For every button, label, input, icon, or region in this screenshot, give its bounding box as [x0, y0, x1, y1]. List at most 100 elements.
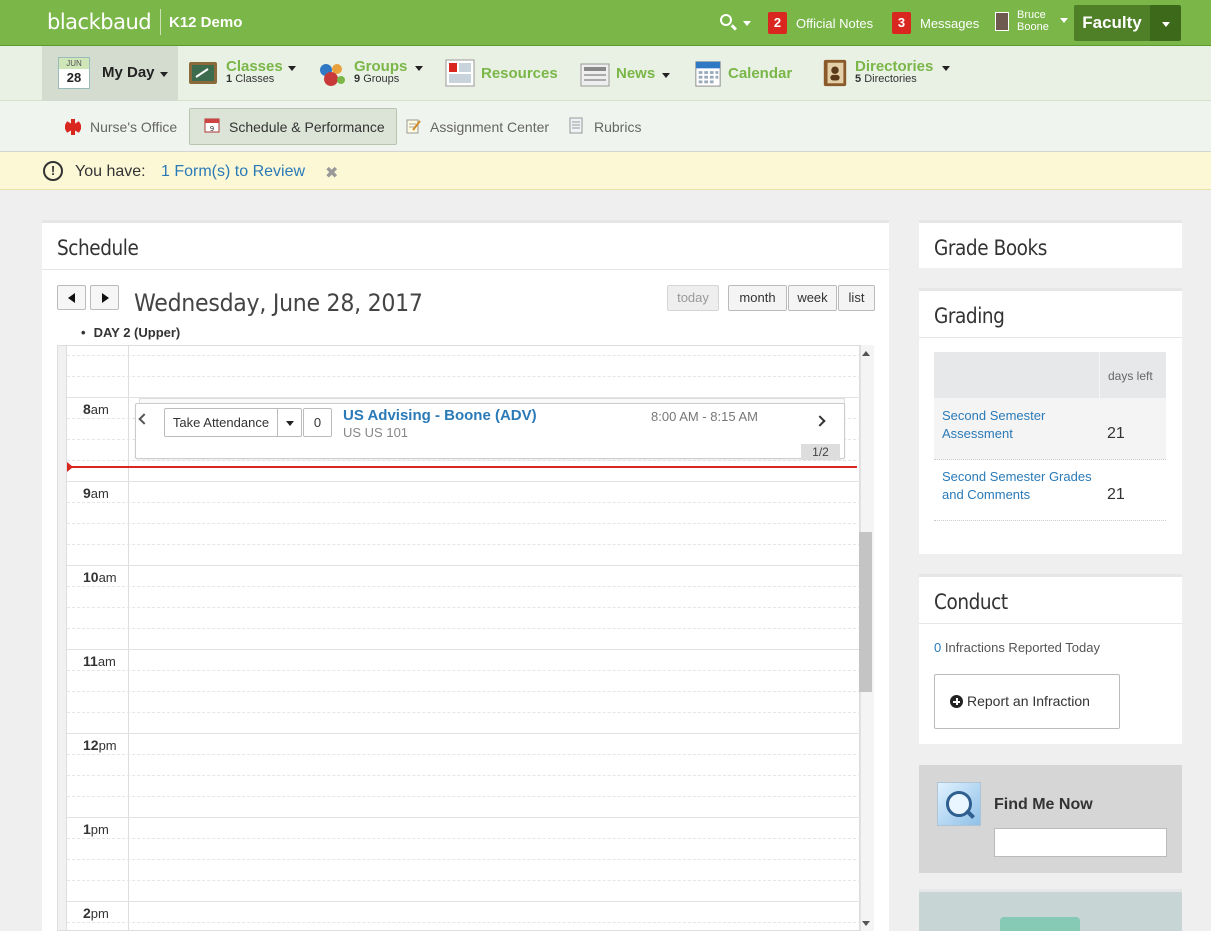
hour-label: 2pm: [83, 905, 109, 921]
official-notes-link[interactable]: Official Notes: [796, 16, 873, 31]
scrollbar-thumb[interactable]: [859, 532, 872, 692]
event-time: 8:00 AM - 8:15 AM: [651, 409, 758, 424]
top-bar: blackbaud K12 Demo 2 Official Notes 3 Me…: [0, 0, 1211, 46]
hour-suffix: am: [98, 570, 117, 585]
groups-icon[interactable]: [317, 60, 347, 88]
grading-item-link[interactable]: Second Semester Grades and Comments: [942, 468, 1092, 504]
user-menu[interactable]: Bruce Boone: [1017, 9, 1049, 33]
attendance-count[interactable]: 0: [303, 408, 332, 437]
cal-day: 28: [66, 70, 82, 85]
calendar-icon[interactable]: [693, 59, 723, 87]
event-pager: 1/2: [801, 444, 840, 460]
quarter-gridline: [67, 544, 861, 545]
hour-suffix: pm: [98, 738, 117, 753]
month-view-button[interactable]: month: [728, 285, 787, 311]
nav-calendar-label[interactable]: Calendar: [728, 65, 792, 82]
hour-gridline: [67, 649, 861, 650]
address-book-icon[interactable]: [820, 59, 850, 87]
quarter-gridline: [67, 691, 861, 692]
exclamation-icon: !: [43, 161, 63, 181]
panel-divider: [42, 269, 889, 270]
nav-groups-count: 9: [354, 73, 361, 85]
hour-gridline: [67, 481, 861, 482]
panel-divider: [919, 623, 1182, 624]
brand-logo[interactable]: blackbaud: [47, 10, 152, 34]
attendance-dropdown-button[interactable]: [277, 408, 302, 437]
current-time-indicator: [70, 466, 857, 468]
gradebooks-title[interactable]: Grade Books: [934, 236, 1047, 260]
next-day-button[interactable]: [90, 285, 119, 310]
subnav-assignment-center[interactable]: Assignment Center: [430, 119, 549, 135]
nav-resources-label[interactable]: Resources: [481, 65, 558, 82]
chevron-down-icon[interactable]: [415, 66, 423, 71]
hour-num: 1: [83, 821, 91, 837]
event-title-link[interactable]: US Advising - Boone (ADV): [343, 407, 537, 424]
nav-directories-sub: 5 Directories: [855, 73, 917, 85]
grading-header-divider: [1099, 352, 1100, 398]
today-button[interactable]: today: [667, 285, 719, 311]
role-button[interactable]: Faculty: [1074, 5, 1150, 41]
messages-link[interactable]: Messages: [920, 16, 979, 31]
school-name[interactable]: K12 Demo: [169, 14, 242, 31]
hour-num: 10: [83, 569, 99, 585]
nav-groups-sub: 9 Groups: [354, 73, 399, 85]
chevron-down-icon[interactable]: [160, 72, 168, 77]
nav-groups-sub-label: Groups: [363, 73, 400, 85]
quarter-gridline: [67, 838, 861, 839]
hour-suffix: pm: [90, 906, 109, 921]
week-view-button[interactable]: week: [788, 285, 837, 311]
avatar[interactable]: [995, 12, 1009, 31]
alert-prefix: You have:: [75, 163, 146, 180]
hour-label: 8am: [83, 401, 109, 417]
calendar-icon: 9: [204, 118, 220, 133]
take-attendance-button[interactable]: Take Attendance: [164, 408, 278, 437]
subnav-rubrics[interactable]: Rubrics: [594, 119, 641, 135]
infractions-text: Infractions Reported Today: [941, 640, 1100, 655]
chalkboard-icon[interactable]: [188, 59, 218, 87]
hour-label: 12pm: [83, 737, 117, 753]
forms-to-review-link[interactable]: 1 Form(s) to Review: [161, 163, 305, 181]
nav-news-label[interactable]: News: [616, 65, 655, 82]
notepad-icon: [406, 119, 421, 134]
search-icon: [720, 14, 732, 26]
brand-divider: [160, 9, 161, 35]
nav-classes-count: 1: [226, 73, 233, 85]
grid-gutter: [58, 346, 67, 930]
magnifier-clock-icon: [937, 782, 981, 826]
grading-days-left: 21: [1107, 425, 1125, 442]
resources-icon[interactable]: [445, 59, 475, 87]
find-me-now-input[interactable]: [994, 828, 1167, 857]
panel-divider: [919, 337, 1182, 338]
close-icon[interactable]: ✖: [325, 163, 338, 183]
chevron-down-icon[interactable]: [662, 73, 670, 78]
chevron-down-icon: [743, 21, 751, 26]
newspaper-icon[interactable]: [580, 61, 610, 89]
red-cross-icon: [65, 119, 81, 135]
search-button[interactable]: [718, 12, 754, 34]
subnav-schedule-performance[interactable]: Schedule & Performance: [229, 119, 385, 135]
quarter-gridline: [67, 586, 861, 587]
chevron-down-icon[interactable]: [1060, 18, 1068, 23]
quarter-gridline: [67, 628, 861, 629]
prev-day-button[interactable]: [57, 285, 86, 310]
hour-suffix: am: [90, 486, 109, 501]
scroll-up-icon[interactable]: [862, 351, 870, 356]
chevron-down-icon[interactable]: [942, 66, 950, 71]
subnav-nurses-office[interactable]: Nurse's Office: [90, 119, 177, 135]
chevron-down-icon: [1162, 22, 1170, 27]
nav-myday-label[interactable]: My Day: [102, 64, 155, 81]
gradebooks-panel: Grade Books: [919, 220, 1182, 268]
hour-num: 9: [83, 485, 91, 501]
role-dropdown-button[interactable]: [1150, 5, 1181, 41]
grading-item-link[interactable]: Second Semester Assessment: [942, 407, 1092, 443]
messages-badge[interactable]: 3: [892, 12, 911, 34]
scroll-down-icon[interactable]: [862, 921, 870, 926]
chevron-down-icon[interactable]: [288, 66, 296, 71]
list-view-button[interactable]: list: [838, 285, 875, 311]
document-icon: [569, 117, 583, 134]
quarter-gridline: [67, 355, 861, 356]
quarter-gridline: [67, 880, 861, 881]
quarter-gridline: [67, 670, 861, 671]
official-notes-badge[interactable]: 2: [768, 12, 787, 34]
days-left-header: days left: [1108, 369, 1153, 383]
